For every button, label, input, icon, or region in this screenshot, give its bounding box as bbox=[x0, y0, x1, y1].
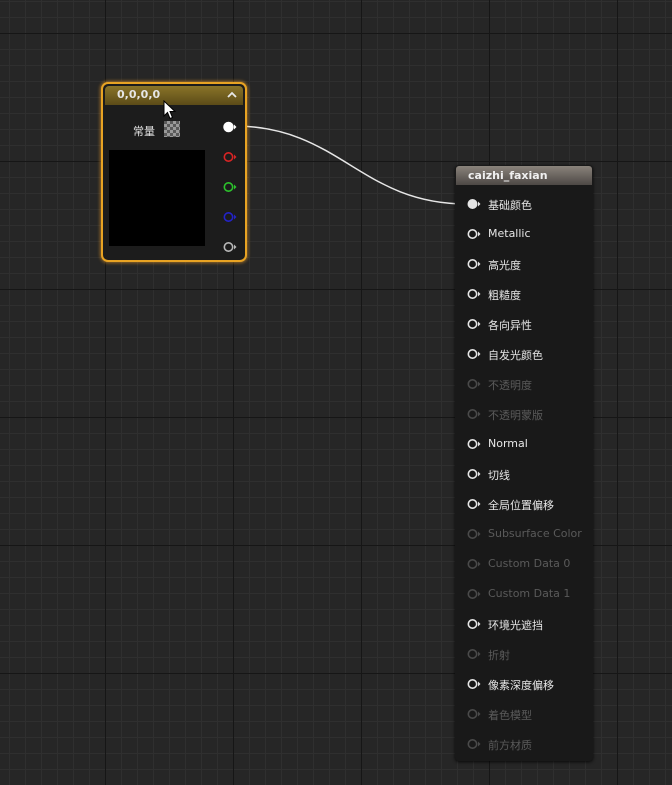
material-input-label: Normal bbox=[488, 437, 528, 450]
material-node-header[interactable]: caizhi_faxian bbox=[456, 166, 592, 185]
constant-node-title: 0,0,0,0 bbox=[117, 88, 161, 101]
material-input-row: 不透明蒙版 bbox=[467, 406, 591, 422]
material-input-row: Custom Data 0 bbox=[467, 556, 591, 572]
material-input-label: 各向异性 bbox=[488, 319, 532, 332]
material-input-label: 粗糙度 bbox=[488, 289, 521, 302]
material-input-row[interactable]: 切线 bbox=[467, 466, 591, 482]
material-node-title: caizhi_faxian bbox=[468, 169, 548, 182]
output-pin-r[interactable] bbox=[223, 151, 237, 163]
material-input-row[interactable]: 全局位置偏移 bbox=[467, 496, 591, 512]
material-input-label: Metallic bbox=[488, 227, 531, 240]
input-pin-icon[interactable] bbox=[467, 288, 481, 300]
output-pin-b[interactable] bbox=[223, 211, 237, 223]
connection-wire[interactable] bbox=[233, 125, 468, 205]
material-input-row[interactable]: 各向异性 bbox=[467, 316, 591, 332]
material-input-row: 折射 bbox=[467, 646, 591, 662]
color-preview bbox=[109, 150, 205, 246]
material-input-label: 不透明度 bbox=[488, 379, 532, 392]
material-input-label: 不透明蒙版 bbox=[488, 409, 543, 422]
material-input-label: 高光度 bbox=[488, 259, 521, 272]
output-pin-g[interactable] bbox=[223, 181, 237, 193]
checkerboard-icon bbox=[164, 121, 180, 137]
input-pin-icon bbox=[467, 379, 481, 389]
material-input-label: 全局位置偏移 bbox=[488, 499, 554, 512]
material-input-label: 切线 bbox=[488, 469, 510, 482]
input-pin-icon bbox=[467, 559, 481, 569]
input-pin-icon bbox=[467, 589, 481, 599]
material-input-label: 像素深度偏移 bbox=[488, 679, 554, 692]
material-input-row: 不透明度 bbox=[467, 376, 591, 392]
mouse-cursor-icon bbox=[163, 100, 177, 120]
material-input-row: Custom Data 1 bbox=[467, 586, 591, 602]
input-pin-icon[interactable] bbox=[467, 678, 481, 690]
material-input-row[interactable]: 自发光颜色 bbox=[467, 346, 591, 362]
material-input-label: 基础颜色 bbox=[488, 199, 532, 212]
material-input-label: Custom Data 0 bbox=[488, 557, 571, 570]
input-pin-icon bbox=[467, 529, 481, 539]
output-pin-rgba[interactable] bbox=[223, 121, 237, 133]
material-input-label: 自发光颜色 bbox=[488, 349, 543, 362]
input-pin-icon[interactable] bbox=[467, 258, 481, 270]
material-input-label: 环境光遮挡 bbox=[488, 619, 543, 632]
input-pin-icon bbox=[467, 649, 481, 659]
material-input-row[interactable]: 基础颜色 bbox=[467, 196, 591, 212]
input-pin-icon[interactable] bbox=[467, 498, 481, 510]
input-pin-icon bbox=[467, 409, 481, 419]
material-input-row[interactable]: 像素深度偏移 bbox=[467, 676, 591, 692]
material-graph-canvas[interactable]: 0,0,0,0 常量 caizhi_faxian 基础颜色 Metallic 高… bbox=[0, 0, 672, 785]
material-input-row[interactable]: Normal bbox=[467, 436, 591, 452]
material-input-row: 着色模型 bbox=[467, 706, 591, 722]
material-input-row[interactable]: 粗糙度 bbox=[467, 286, 591, 302]
input-pin-icon bbox=[467, 709, 481, 719]
output-pin-a[interactable] bbox=[223, 241, 237, 253]
material-input-row: 前方材质 bbox=[467, 736, 591, 752]
material-input-label: 前方材质 bbox=[488, 739, 532, 752]
input-pin-icon[interactable] bbox=[467, 618, 481, 630]
material-input-row[interactable]: Metallic bbox=[467, 226, 591, 242]
material-input-label: 着色模型 bbox=[488, 709, 532, 722]
input-pin-icon[interactable] bbox=[467, 228, 481, 240]
input-pin-icon[interactable] bbox=[467, 438, 481, 450]
material-input-row[interactable]: 高光度 bbox=[467, 256, 591, 272]
material-input-label: Subsurface Color bbox=[488, 527, 582, 540]
constant-param-label: 常量 bbox=[133, 125, 155, 138]
input-pin-icon bbox=[467, 739, 481, 749]
input-pin-icon[interactable] bbox=[467, 198, 481, 210]
material-result-node[interactable]: caizhi_faxian 基础颜色 Metallic 高光度粗糙度各向异性自发光颜… bbox=[455, 165, 593, 761]
material-input-label: Custom Data 1 bbox=[488, 587, 571, 600]
material-input-label: 折射 bbox=[488, 649, 510, 662]
material-input-row: Subsurface Color bbox=[467, 526, 591, 542]
input-pin-icon[interactable] bbox=[467, 348, 481, 360]
input-pin-icon[interactable] bbox=[467, 468, 481, 480]
material-input-row[interactable]: 环境光遮挡 bbox=[467, 616, 591, 632]
input-pin-icon[interactable] bbox=[467, 318, 481, 330]
chevron-up-icon[interactable] bbox=[226, 90, 238, 100]
